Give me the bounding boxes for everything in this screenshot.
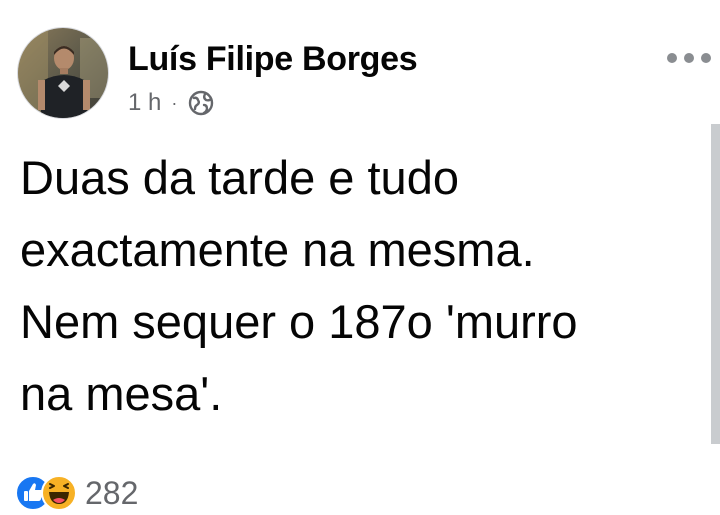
globe-icon[interactable] [187,89,215,117]
meta-separator: · [171,92,178,113]
reactions-summary[interactable]: 282 [15,474,138,512]
haha-icon [41,475,77,511]
post-text: Duas da tarde e tudo exactamente na mesm… [20,151,578,420]
more-options-icon[interactable] [667,48,711,68]
avatar[interactable] [17,27,109,119]
avatar-photo [18,28,108,118]
more-dot [684,53,694,63]
reaction-count: 282 [85,474,139,511]
post-time[interactable]: 1 h [128,89,161,117]
scrollbar[interactable] [711,124,720,444]
more-dot [667,53,677,63]
post-meta: 1 h · [128,88,215,118]
author-name[interactable]: Luís Filipe Borges [128,40,418,79]
more-dot [701,53,711,63]
